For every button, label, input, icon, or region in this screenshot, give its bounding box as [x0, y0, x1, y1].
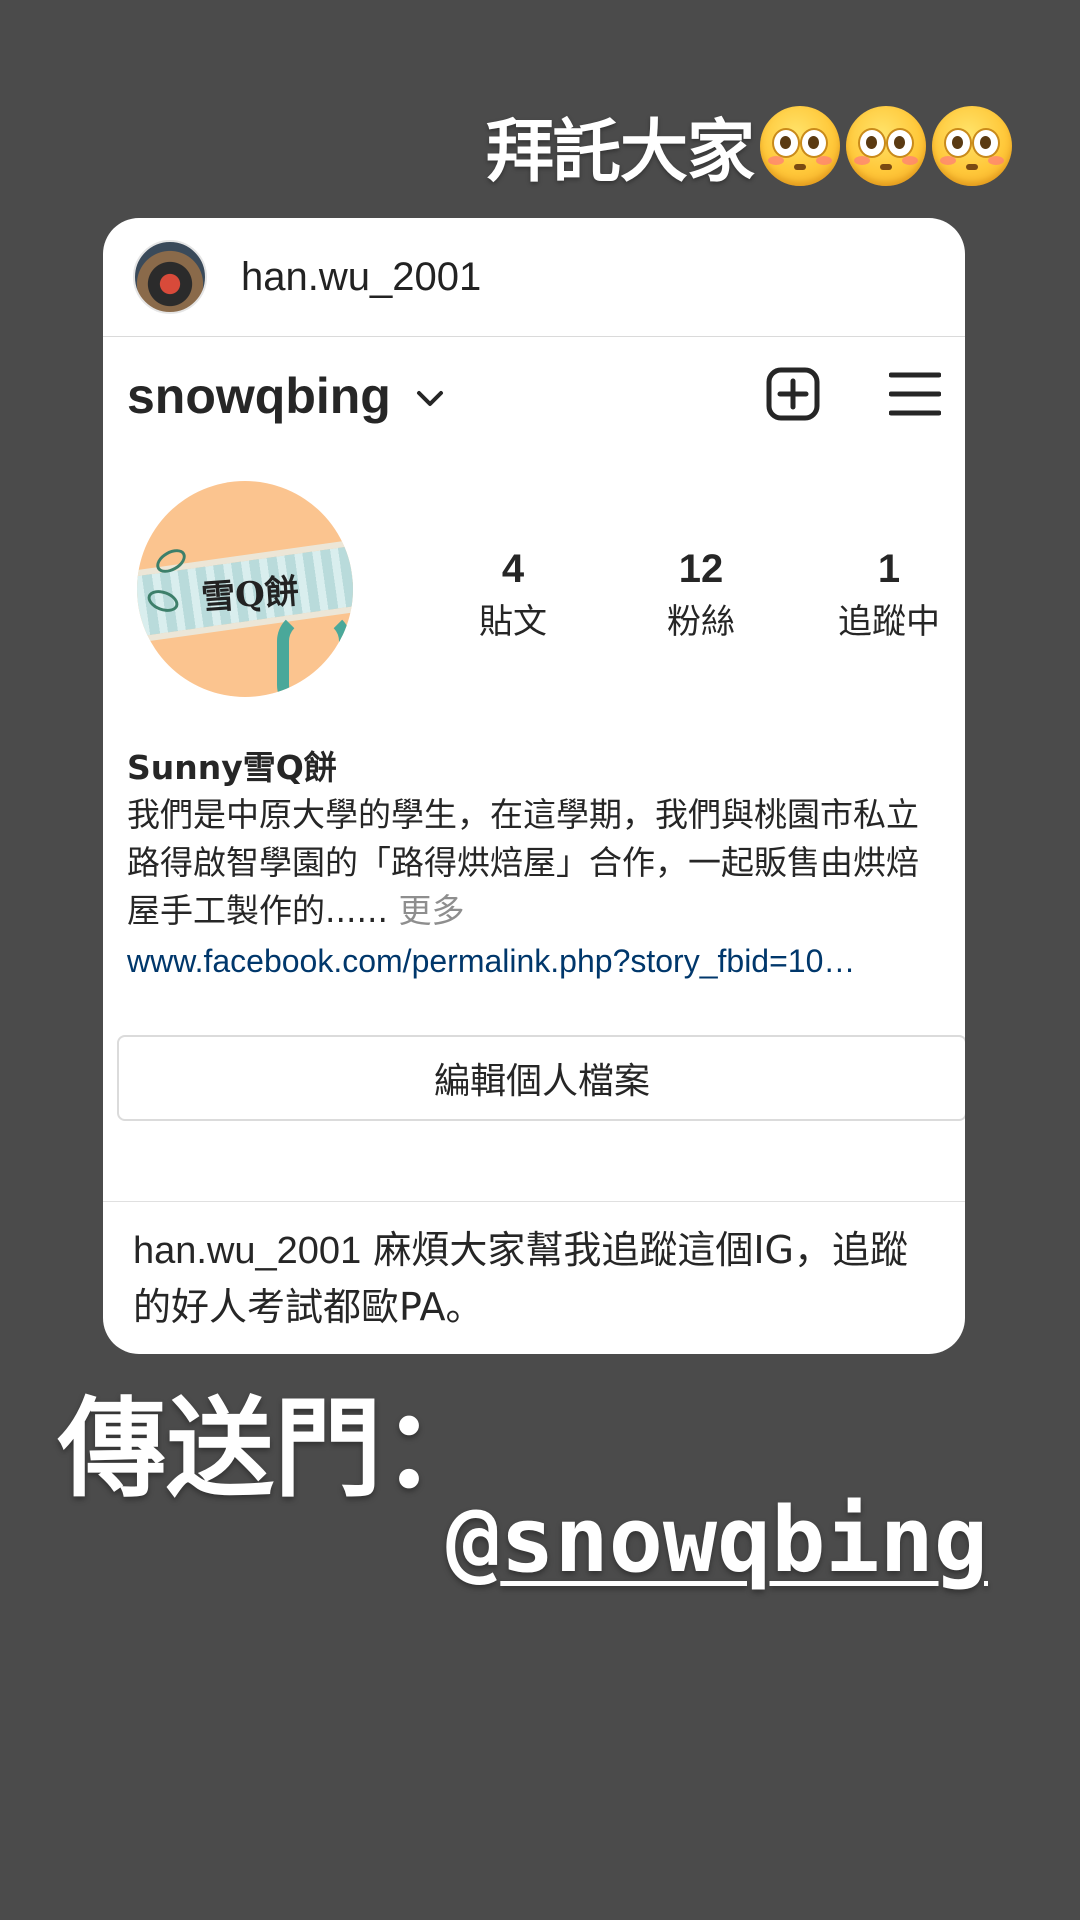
menu-icon[interactable] — [889, 369, 941, 419]
flushed-face-emoji-icon — [932, 105, 1012, 186]
top-caption-text: 拜託大家 — [485, 113, 755, 192]
shared-post-header[interactable]: han.wu_2001 — [103, 218, 965, 337]
bio-body: 我們是中原大學的學生，在這學期，我們與桃園市私立路得啟智學園的「路得烘焙屋」合作… — [127, 795, 919, 930]
profile-top-bar: snowqbing — [103, 337, 965, 455]
divider — [103, 1201, 965, 1202]
bio-website-link[interactable]: www.facebook.com/permalink.php?story_fbi… — [127, 937, 941, 985]
profile-avatar[interactable]: 雪Q餅 — [137, 481, 353, 697]
bio-more-link[interactable]: 更多 — [398, 891, 464, 930]
sharer-username[interactable]: han.wu_2001 — [241, 255, 481, 300]
followers-stat[interactable]: 12 粉絲 — [621, 547, 781, 643]
profile-bio: Sunny雪Q餅 我們是中原大學的學生，在這學期，我們與桃園市私立路得啟智學園的… — [103, 745, 965, 985]
followers-label: 粉絲 — [667, 602, 735, 642]
story-top-caption: 拜託大家 — [486, 96, 1012, 195]
followers-count: 12 — [678, 547, 724, 591]
caption-author[interactable]: han.wu_2001 — [133, 1230, 361, 1272]
mention-at-sign: @ — [446, 1488, 501, 1593]
following-label: 追蹤中 — [838, 602, 940, 642]
avatar-logo-text: 雪Q餅 — [199, 571, 301, 619]
mention-handle[interactable]: snowqbing — [500, 1488, 988, 1593]
mention-sticker[interactable]: @snowqbing — [446, 1488, 988, 1593]
bio-text: 我們是中原大學的學生，在這學期，我們與桃園市私立路得啟智學園的「路得烘焙屋」合作… — [127, 791, 941, 935]
posts-stat[interactable]: 4 貼文 — [433, 547, 593, 643]
portal-label: 傳送門： — [58, 1387, 491, 1512]
posts-label: 貼文 — [479, 602, 547, 642]
edit-profile-button[interactable]: 編輯個人檔案 — [117, 1035, 965, 1121]
profile-header: 雪Q餅 4 貼文 12 粉絲 1 追蹤中 — [103, 455, 965, 745]
profile-username[interactable]: snowqbing — [127, 367, 391, 425]
profile-display-name: Sunny雪Q餅 — [127, 748, 337, 787]
flushed-face-emoji-icon — [846, 105, 926, 186]
shared-post-card[interactable]: han.wu_2001 snowqbing 雪Q餅 4 貼文 12 粉絲 1 追… — [103, 218, 965, 1354]
new-post-icon[interactable] — [766, 367, 820, 421]
posts-count: 4 — [501, 547, 525, 591]
following-count: 1 — [877, 547, 901, 591]
post-caption: han.wu_2001 麻煩大家幫我追蹤這個IG，追蹤的好人考試都歐PA。 — [133, 1222, 943, 1335]
following-stat[interactable]: 1 追蹤中 — [809, 547, 965, 643]
sharer-avatar[interactable] — [133, 240, 207, 314]
chevron-down-icon[interactable] — [415, 389, 445, 409]
flushed-face-emoji-icon — [760, 105, 840, 186]
